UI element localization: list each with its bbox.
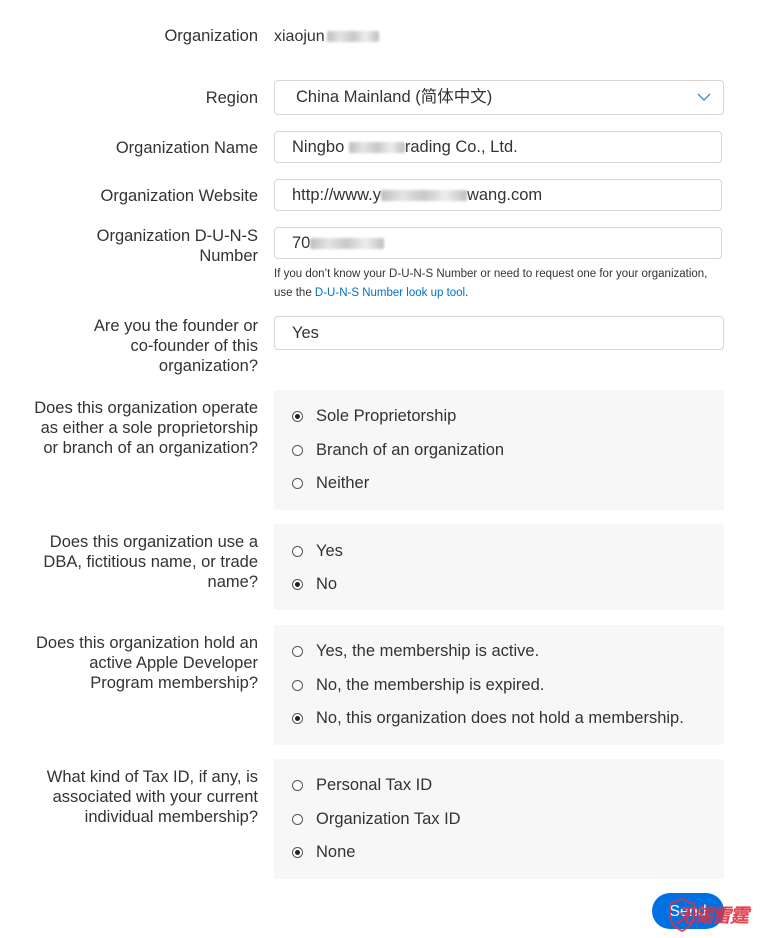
radio-button[interactable] <box>292 579 303 590</box>
organization-value-text: xiaojun <box>274 28 325 45</box>
radio-button[interactable] <box>292 411 303 422</box>
structure-label: Does this organization operate as either… <box>34 399 258 457</box>
founder-value: Yes <box>292 324 319 342</box>
tax-id-option-organization[interactable]: Organization Tax ID <box>292 810 461 829</box>
option-label: No, this organization does not hold a me… <box>316 709 684 727</box>
region-select[interactable]: China Mainland (简体中文) <box>274 80 724 115</box>
duns-help-text: If you don’t know your D-U-N-S Number or… <box>274 265 714 303</box>
redacted-text <box>380 190 467 202</box>
dba-option-no[interactable]: No <box>292 575 337 594</box>
dba-label: Does this organization use a DBA, fictit… <box>43 533 258 591</box>
organization-name-input[interactable]: Ningbo rading Co., Ltd. <box>274 131 722 163</box>
structure-radio-group: Sole Proprietorship Branch of an organiz… <box>274 390 724 510</box>
website-prefix: http://www.y <box>292 186 381 204</box>
region-label: Region <box>205 89 258 107</box>
duns-prefix: 70 <box>292 234 311 252</box>
website-suffix: wang.com <box>466 186 543 204</box>
radio-button[interactable] <box>292 713 303 724</box>
radio-button[interactable] <box>292 680 303 691</box>
duns-label-line2: Number <box>199 247 258 265</box>
option-label: Branch of an organization <box>316 441 505 459</box>
region-selected-value: China Mainland (简体中文) <box>296 88 493 106</box>
organization-website-label: Organization Website <box>100 187 258 205</box>
org-name-prefix: Ningbo <box>292 138 345 156</box>
option-label: Neither <box>316 474 370 492</box>
founder-label: Are you the founder or co-founder of thi… <box>93 317 258 375</box>
option-label: Yes, the membership is active. <box>316 642 540 660</box>
option-label: Personal Tax ID <box>316 776 433 794</box>
tax-id-option-none[interactable]: None <box>292 843 355 862</box>
tax-id-label: What kind of Tax ID, if any, is associat… <box>46 768 258 826</box>
membership-option-expired[interactable]: No, the membership is expired. <box>292 676 544 695</box>
duns-label: Organization D-U-N-S Number <box>8 226 258 266</box>
option-label: Organization Tax ID <box>316 810 461 828</box>
duns-label-line1: Organization D-U-N-S <box>96 227 258 245</box>
membership-radio-group: Yes, the membership is active. No, the m… <box>274 625 724 745</box>
redacted-text <box>326 31 379 43</box>
org-name-suffix: rading Co., Ltd. <box>404 138 518 156</box>
option-label: None <box>316 843 356 861</box>
radio-button[interactable] <box>292 814 303 825</box>
organization-value: xiaojun <box>274 28 379 46</box>
radio-button[interactable] <box>292 445 303 456</box>
founder-select[interactable]: Yes <box>274 316 724 350</box>
duns-lookup-link[interactable]: D-U-N-S Number look up tool <box>315 287 465 299</box>
tax-id-radio-group: Personal Tax ID Organization Tax ID None <box>274 759 724 879</box>
radio-button[interactable] <box>292 546 303 557</box>
option-label: Yes <box>316 542 343 560</box>
option-label: Sole Proprietorship <box>316 407 457 425</box>
radio-button[interactable] <box>292 780 303 791</box>
option-label: No, the membership is expired. <box>316 676 545 694</box>
membership-option-none[interactable]: No, this organization does not hold a me… <box>292 709 684 728</box>
watermark-text: 无锡雷霆 <box>676 905 749 927</box>
redacted-text <box>310 238 385 250</box>
radio-button[interactable] <box>292 478 303 489</box>
redacted-text <box>348 142 405 154</box>
duns-input[interactable]: 70 <box>274 227 722 259</box>
organization-label: Organization <box>164 27 258 45</box>
chevron-down-icon <box>697 93 711 101</box>
dba-radio-group: Yes No <box>274 524 724 610</box>
membership-option-active[interactable]: Yes, the membership is active. <box>292 642 539 661</box>
duns-help-end: . <box>465 287 469 299</box>
option-label: No <box>316 575 338 593</box>
radio-button[interactable] <box>292 646 303 657</box>
structure-option-neither[interactable]: Neither <box>292 474 369 493</box>
tax-id-option-personal[interactable]: Personal Tax ID <box>292 776 432 795</box>
organization-name-label: Organization Name <box>115 139 258 157</box>
radio-button[interactable] <box>292 847 303 858</box>
membership-label: Does this organization hold an active Ap… <box>36 634 258 692</box>
structure-option-branch[interactable]: Branch of an organization <box>292 441 504 460</box>
structure-option-sole-proprietorship[interactable]: Sole Proprietorship <box>292 407 456 426</box>
dba-option-yes[interactable]: Yes <box>292 542 343 561</box>
organization-website-input[interactable]: http://www.y wang.com <box>274 179 722 211</box>
